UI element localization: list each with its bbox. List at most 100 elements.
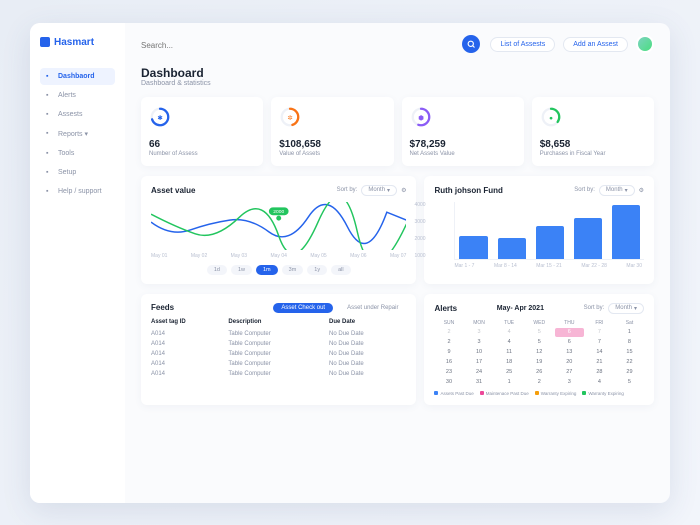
range-selector: 1d 1w 1m 3m1y all — [151, 265, 406, 275]
app-window: Hasmart ▪Dashbaord▪Alerts▪Assests▪Report… — [30, 23, 670, 503]
calendar-day[interactable]: 13 — [555, 348, 584, 357]
feeds-card: Feeds Asset Check outAsset under Repair … — [141, 294, 416, 405]
avatar[interactable] — [636, 35, 654, 53]
bar — [536, 226, 564, 259]
calendar-day[interactable]: 5 — [525, 338, 554, 347]
calendar-day[interactable]: 20 — [555, 358, 584, 367]
calendar-day[interactable]: 11 — [495, 348, 524, 357]
calendar-day[interactable]: 6 — [555, 328, 584, 337]
search-button[interactable] — [462, 35, 480, 53]
calendar-day[interactable]: 22 — [615, 358, 644, 367]
stat-label: Number of Assess — [149, 151, 255, 157]
sidebar-item-label: Alerts — [58, 92, 76, 99]
stat-label: Value of Assets — [279, 151, 385, 157]
range-1m[interactable]: 1m — [256, 265, 278, 275]
search-box — [141, 35, 452, 54]
sidebar-nav: ▪Dashbaord▪Alerts▪Assests▪Reports ▾▪Tool… — [40, 68, 115, 200]
calendar-day[interactable]: 18 — [495, 358, 524, 367]
alerts-title: Alerts — [434, 304, 457, 313]
svg-text:✱: ✱ — [157, 114, 162, 121]
stat-ring-icon: ⬢ — [410, 106, 432, 128]
stat-value: 66 — [149, 139, 255, 150]
calendar-day[interactable]: 1 — [615, 328, 644, 337]
calendar-day[interactable]: 3 — [465, 338, 494, 347]
calendar-day[interactable]: 24 — [465, 368, 494, 377]
search-input[interactable] — [141, 37, 452, 54]
sidebar-item-helpsupport[interactable]: ▪Help / support — [40, 183, 115, 200]
sidebar-item-label: Tools — [58, 150, 74, 157]
sidebar-item-dashbaord[interactable]: ▪Dashbaord — [40, 68, 115, 85]
top-actions: List of Assests Add an Assest — [490, 35, 654, 53]
feeds-table-head: Asset tag IDDescriptionDue Date — [151, 319, 406, 325]
calendar-day[interactable]: 9 — [434, 348, 463, 357]
calendar-day[interactable]: 28 — [585, 368, 614, 377]
sidebar-item-alerts[interactable]: ▪Alerts — [40, 87, 115, 104]
sidebar-item-reports[interactable]: ▪Reports ▾ — [40, 125, 115, 143]
sidebar-item-assests[interactable]: ▪Assests — [40, 106, 115, 123]
calendar-day[interactable]: 30 — [434, 378, 463, 387]
calendar-day[interactable]: 3 — [465, 328, 494, 337]
range-3m[interactable]: 3m — [282, 265, 304, 275]
stat-ring-icon: ✱ — [149, 106, 171, 128]
settings-icon[interactable]: ⚙ — [401, 187, 406, 194]
calendar-day[interactable]: 25 — [495, 368, 524, 377]
range-1d[interactable]: 1d — [207, 265, 227, 275]
calendar-day[interactable]: 4 — [495, 328, 524, 337]
range-1y[interactable]: 1y — [307, 265, 327, 275]
gear-icon: ▪ — [46, 169, 53, 176]
calendar-day[interactable]: 23 — [434, 368, 463, 377]
calendar-day[interactable]: 12 — [525, 348, 554, 357]
calendar-day[interactable]: 31 — [465, 378, 494, 387]
column-header: Asset tag ID — [151, 319, 228, 325]
calendar-day[interactable]: 14 — [585, 348, 614, 357]
sort-dropdown[interactable]: Month ▾ — [361, 185, 397, 196]
calendar-day[interactable]: 21 — [585, 358, 614, 367]
table-row[interactable]: A014Table ComputerNo Due Date — [151, 369, 406, 379]
sidebar-item-setup[interactable]: ▪Setup — [40, 164, 115, 181]
calendar-day[interactable]: 7 — [585, 338, 614, 347]
calendar-day[interactable]: 29 — [615, 368, 644, 377]
calendar-day[interactable]: 27 — [555, 368, 584, 377]
calendar-day[interactable]: 3 — [555, 378, 584, 387]
topbar: List of Assests Add an Assest — [141, 35, 654, 54]
calendar-day[interactable]: 17 — [465, 358, 494, 367]
calendar-day[interactable]: 16 — [434, 358, 463, 367]
logo[interactable]: Hasmart — [40, 37, 115, 48]
calendar-day[interactable]: 15 — [615, 348, 644, 357]
calendar-day[interactable]: 26 — [525, 368, 554, 377]
calendar-day[interactable]: 5 — [615, 378, 644, 387]
stat-card: ●$8,658Purchases in Fiscal Year — [532, 97, 654, 166]
calendar-day[interactable]: 1 — [495, 378, 524, 387]
line-chart: 2000 — [151, 202, 406, 250]
table-row[interactable]: A014Table ComputerNo Due Date — [151, 349, 406, 359]
calendar-day[interactable]: 8 — [615, 338, 644, 347]
table-row[interactable]: A014Table ComputerNo Due Date — [151, 359, 406, 369]
sort-dropdown[interactable]: Month ▾ — [599, 185, 635, 196]
stat-ring-icon: ✲ — [279, 106, 301, 128]
sort-dropdown[interactable]: Month ▾ — [608, 303, 644, 314]
calendar-day[interactable]: 4 — [585, 378, 614, 387]
calendar-day[interactable]: 2 — [525, 378, 554, 387]
calendar-day[interactable]: 2 — [434, 328, 463, 337]
add-asset-button[interactable]: Add an Assest — [563, 37, 628, 52]
calendar-day[interactable]: 10 — [465, 348, 494, 357]
range-1w[interactable]: 1w — [231, 265, 252, 275]
settings-icon[interactable]: ⚙ — [639, 187, 644, 194]
calendar-day[interactable]: 2 — [434, 338, 463, 347]
table-row[interactable]: A014Table ComputerNo Due Date — [151, 339, 406, 349]
sidebar-item-label: Assests — [58, 111, 83, 118]
charts-row: Asset value Sort by: Month ▾ ⚙ 2000 — [141, 176, 654, 284]
list-assets-button[interactable]: List of Assests — [490, 37, 555, 52]
calendar-day[interactable]: 7 — [585, 328, 614, 337]
stat-card: ✱ 66Number of Assess — [141, 97, 263, 166]
calendar-day[interactable]: 5 — [525, 328, 554, 337]
legend-item: Warranty Expiring — [582, 391, 624, 396]
sidebar-item-tools[interactable]: ▪Tools — [40, 145, 115, 162]
tab-assetcheckout[interactable]: Asset Check out — [273, 303, 333, 313]
tab-assetunderrepair[interactable]: Asset under Repair — [339, 303, 406, 313]
calendar-day[interactable]: 6 — [555, 338, 584, 347]
table-row[interactable]: A014Table ComputerNo Due Date — [151, 329, 406, 339]
calendar-day[interactable]: 4 — [495, 338, 524, 347]
calendar-day[interactable]: 19 — [525, 358, 554, 367]
range-all[interactable]: all — [331, 265, 351, 275]
